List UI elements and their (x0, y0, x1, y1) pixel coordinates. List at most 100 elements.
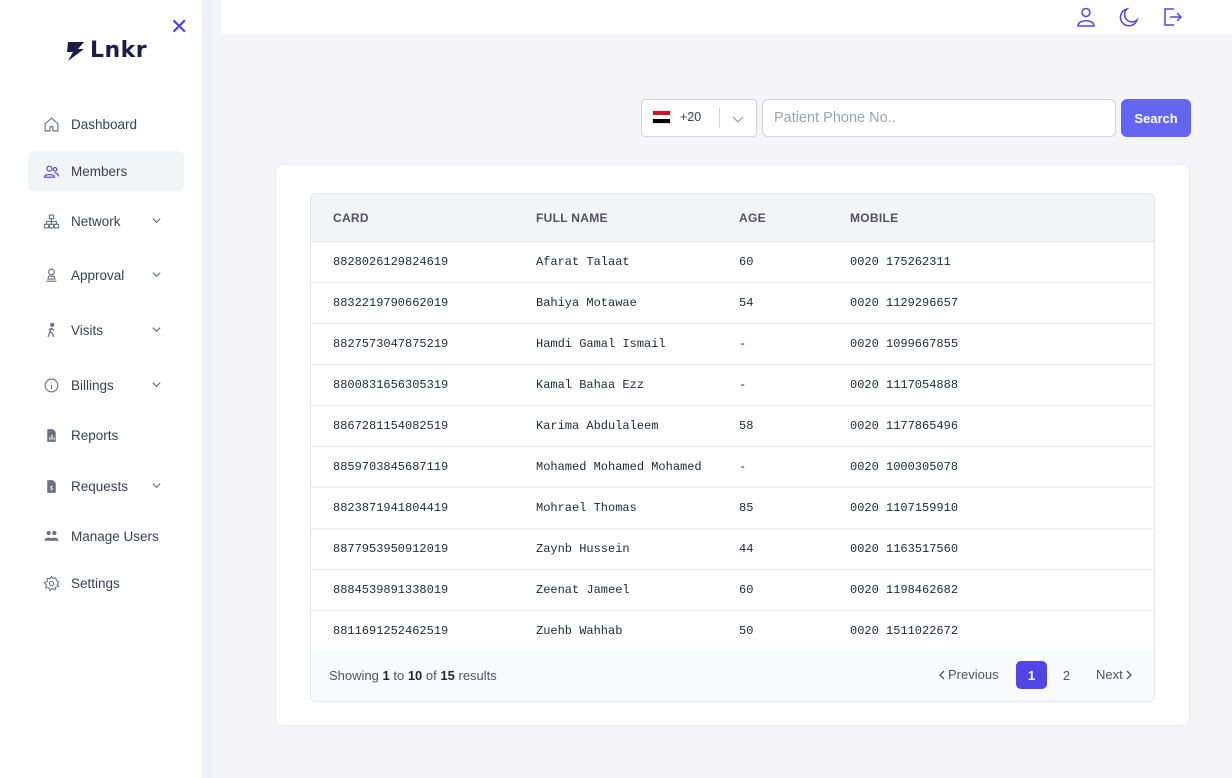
home-icon (43, 116, 60, 133)
name-cell: Mohamed Mohamed Mohamed (536, 460, 702, 474)
sidebar-item-network[interactable]: Network (28, 201, 184, 241)
walking-icon (43, 322, 60, 339)
results-label: results (458, 668, 497, 683)
sidebar-item-reports[interactable]: Reports (28, 415, 184, 455)
column-header-card: CARD (333, 211, 369, 225)
patient-phone-input[interactable] (762, 99, 1116, 137)
table-row[interactable]: 8859703845687119 Mohamed Mohamed Mohamed… (311, 447, 1154, 488)
age-cell: 85 (739, 501, 754, 515)
members-table: CARD FULL NAME AGE MOBILE 88280261298246… (310, 193, 1155, 702)
sidebar-item-requests[interactable]: $ Requests (28, 466, 184, 506)
name-cell: Afarat Talaat (536, 255, 630, 269)
card-cell: 8800831656305319 (333, 378, 449, 392)
name-cell: Zaynb Hussein (536, 542, 630, 556)
table-header: CARD FULL NAME AGE MOBILE (311, 194, 1154, 242)
age-cell: - (739, 378, 747, 392)
results-summary: Showing 1 to 10 of 15 results (329, 668, 497, 683)
chevron-left-icon (939, 670, 945, 679)
logout-icon[interactable] (1160, 5, 1184, 29)
card-cell: 8877953950912019 (333, 542, 449, 556)
name-cell: Kamal Bahaa Ezz (536, 378, 645, 392)
chevron-down-icon (152, 327, 161, 333)
table-row[interactable]: 8823871941804419 Mohrael Thomas 85 0020 … (311, 488, 1154, 529)
sidebar-item-dashboard[interactable]: Dashboard (28, 104, 184, 144)
name-cell: Zuehb Wahhab (536, 624, 623, 638)
sidebar-item-label: Dashboard (71, 116, 138, 132)
table-row[interactable]: 8811691252462519 Zuehb Wahhab 50 0020 15… (311, 611, 1154, 652)
table-row[interactable]: 8867281154082519 Karima Abdulaleem 58 00… (311, 406, 1154, 447)
user-icon[interactable] (1074, 5, 1098, 29)
mobile-cell: 0020 1163517560 (850, 542, 959, 556)
moon-icon[interactable] (1117, 5, 1141, 29)
brand-name: Lnkr (90, 38, 148, 63)
page-1-button[interactable]: 1 (1016, 661, 1047, 689)
next-page-button[interactable]: Next (1096, 667, 1135, 682)
lightning-logo-icon (67, 41, 84, 61)
divider (719, 108, 720, 128)
table-row[interactable]: 8828026129824619 Afarat Talaat 60 0020 1… (311, 242, 1154, 283)
sidebar-item-label: Approval (71, 267, 125, 283)
results-to: 10 (407, 668, 423, 683)
name-cell: Hamdi Gamal Ismail (536, 337, 666, 351)
results-total: 15 (440, 668, 455, 683)
sidebar-item-label: Visits (71, 322, 104, 338)
chevron-down-icon (152, 382, 161, 388)
sidebar-item-settings[interactable]: Settings (28, 563, 184, 603)
egypt-flag-icon (652, 110, 671, 124)
card-cell: 8827573047875219 (333, 337, 449, 351)
sidebar-item-approval[interactable]: Approval (28, 255, 184, 295)
sidebar-item-members[interactable]: Members (28, 151, 184, 191)
chevron-down-icon[interactable] (731, 112, 745, 126)
country-code: +20 (680, 110, 702, 124)
age-cell: - (739, 337, 747, 351)
users-icon (43, 163, 60, 180)
showing-label: Showing (329, 668, 379, 683)
previous-page-button[interactable]: Previous (936, 667, 999, 682)
sidebar-item-label: Network (71, 213, 121, 229)
sidebar-item-label: Requests (71, 478, 129, 494)
previous-label: Previous (948, 667, 999, 682)
sidebar-item-manage-users[interactable]: Manage Users (28, 516, 184, 556)
chevron-down-icon (152, 483, 161, 489)
close-sidebar-icon[interactable]: ✕ (170, 17, 188, 39)
card-cell: 8859703845687119 (333, 460, 449, 474)
sidebar-item-billings[interactable]: Billings (28, 365, 184, 405)
top-bar (222, 0, 1232, 36)
card-cell: 8832219790662019 (333, 296, 449, 310)
sidebar-item-label: Billings (71, 377, 114, 393)
mobile-cell: 0020 1117054888 (850, 378, 959, 392)
logo[interactable]: Lnkr (64, 38, 147, 63)
age-cell: 50 (739, 624, 754, 638)
column-header-full-name: FULL NAME (536, 211, 608, 225)
country-code-select[interactable]: +20 (641, 99, 757, 137)
mobile-cell: 0020 1198462682 (850, 583, 959, 597)
mobile-cell: 0020 1099667855 (850, 337, 959, 351)
mobile-cell: 0020 175262311 (850, 255, 951, 269)
to-label: to (393, 668, 405, 683)
page-2-button[interactable]: 2 (1051, 661, 1082, 689)
table-row[interactable]: 8827573047875219 Hamdi Gamal Ismail - 00… (311, 324, 1154, 365)
name-cell: Zeenat Jameel (536, 583, 630, 597)
table-row[interactable]: 8800831656305319 Kamal Bahaa Ezz - 0020 … (311, 365, 1154, 406)
column-header-mobile: MOBILE (850, 211, 899, 225)
sidebar-item-visits[interactable]: Visits (28, 310, 184, 350)
chevron-down-icon (152, 218, 161, 224)
chevron-right-icon (1126, 670, 1132, 679)
name-cell: Bahiya Motawae (536, 296, 637, 310)
card-cell: 8884539891338019 (333, 583, 449, 597)
mobile-cell: 0020 1129296657 (850, 296, 959, 310)
table-row[interactable]: 8832219790662019 Bahiya Motawae 54 0020 … (311, 283, 1154, 324)
sidebar-item-label: Settings (71, 575, 120, 591)
table-row[interactable]: 8877953950912019 Zaynb Hussein 44 0020 1… (311, 529, 1154, 570)
card-cell: 8811691252462519 (333, 624, 449, 638)
mobile-cell: 0020 1177865496 (850, 419, 959, 433)
dollar-file-icon: $ (43, 478, 60, 495)
info-circle-icon (43, 377, 60, 394)
network-icon (43, 213, 60, 230)
sidebar-item-label: Members (71, 163, 128, 179)
table-row[interactable]: 8884539891338019 Zeenat Jameel 60 0020 1… (311, 570, 1154, 611)
age-cell: 54 (739, 296, 754, 310)
gear-icon (43, 574, 60, 592)
age-cell: 44 (739, 542, 754, 556)
search-button[interactable]: Search (1121, 99, 1191, 137)
